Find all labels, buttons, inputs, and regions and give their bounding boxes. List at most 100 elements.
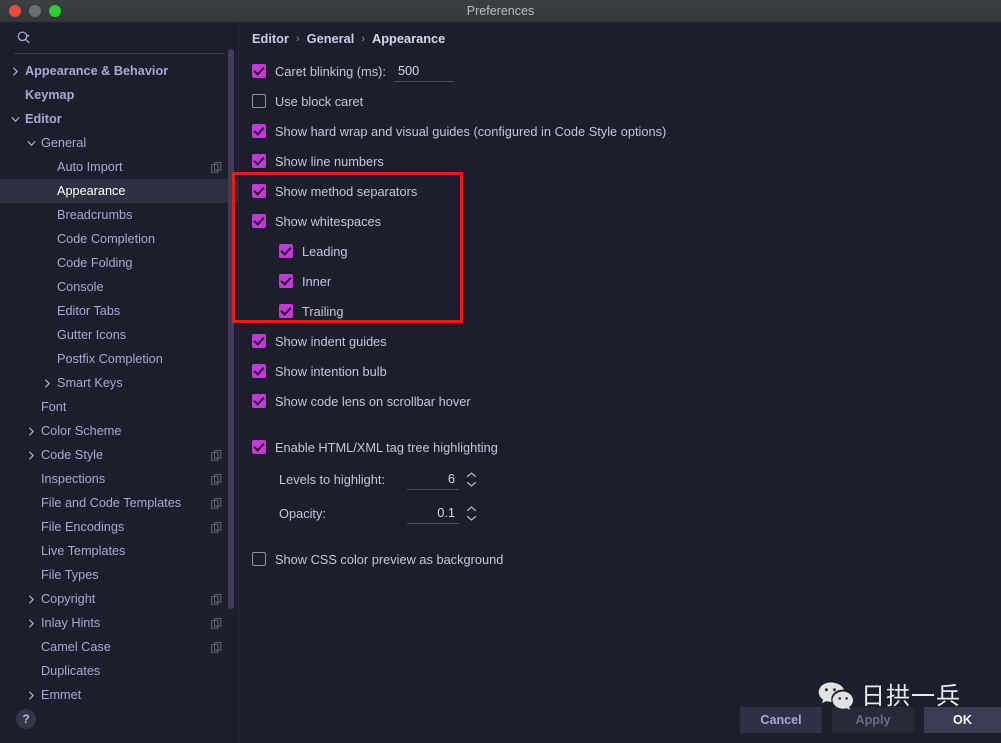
- sidebar-item-label: File Encodings: [41, 520, 125, 534]
- breadcrumb: Editor › General › Appearance: [240, 23, 1001, 46]
- checkbox-label: Leading: [302, 243, 348, 259]
- sidebar-item-editor[interactable]: Editor: [0, 107, 238, 131]
- sidebar-item-label: Code Folding: [57, 256, 133, 270]
- breadcrumb-item-appearance[interactable]: Appearance: [372, 31, 445, 46]
- setting-show-code-lens-on-scrollbar-hover: Show code lens on scrollbar hover: [252, 386, 1001, 416]
- copy-settings-icon[interactable]: [211, 617, 222, 629]
- sidebar-item-file-and-code-templates[interactable]: File and Code Templates: [0, 491, 238, 515]
- settings-main-panel: Editor › General › Appearance Caret blinking…: [240, 23, 1001, 681]
- copy-settings-icon[interactable]: [211, 449, 222, 461]
- chevron-right-icon[interactable]: [42, 378, 53, 389]
- caret-blinking-checkbox[interactable]: [252, 64, 266, 78]
- sidebar-item-emmet[interactable]: Emmet: [0, 683, 238, 707]
- settings-tree: Appearance & Behavior Keymap Editor General…: [0, 59, 238, 743]
- search-box[interactable]: [14, 23, 224, 54]
- help-button[interactable]: ?: [16, 709, 36, 729]
- checkbox[interactable]: [279, 304, 293, 318]
- sidebar-item-label: Postfix Completion: [57, 352, 163, 366]
- sidebar-item-gutter-icons[interactable]: Gutter Icons: [0, 323, 238, 347]
- checkbox[interactable]: [279, 274, 293, 288]
- settings-sidebar: Appearance & Behavior Keymap Editor General…: [0, 23, 239, 743]
- checkbox[interactable]: [252, 94, 266, 108]
- sidebar-item-label: Camel Case: [41, 640, 111, 654]
- sidebar-item-appearance-behavior[interactable]: Appearance & Behavior: [0, 59, 238, 83]
- copy-settings-icon[interactable]: [211, 473, 222, 485]
- sidebar-scrollbar[interactable]: [228, 49, 234, 609]
- checkbox[interactable]: [279, 244, 293, 258]
- sidebar-item-smart-keys[interactable]: Smart Keys: [0, 371, 238, 395]
- checkbox[interactable]: [252, 124, 266, 138]
- sidebar-item-inspections[interactable]: Inspections: [0, 467, 238, 491]
- chevron-down-icon[interactable]: [26, 138, 37, 149]
- sidebar-item-editor-tabs[interactable]: Editor Tabs: [0, 299, 238, 323]
- chevron-right-icon[interactable]: [26, 426, 37, 437]
- apply-button[interactable]: Apply: [832, 707, 914, 733]
- sidebar-item-label: Duplicates: [41, 664, 101, 678]
- copy-settings-icon[interactable]: [211, 497, 222, 509]
- checkbox[interactable]: [252, 214, 266, 228]
- dialog-footer: Cancel Apply OK: [240, 681, 1001, 743]
- sidebar-item-duplicates[interactable]: Duplicates: [0, 659, 238, 683]
- css-color-preview-checkbox[interactable]: [252, 552, 266, 566]
- caret-blinking-input[interactable]: [393, 60, 454, 82]
- sidebar-item-auto-import[interactable]: Auto Import: [0, 155, 238, 179]
- chevron-right-icon[interactable]: [26, 594, 37, 605]
- sidebar-item-keymap[interactable]: Keymap: [0, 83, 238, 107]
- checkbox-label: Show whitespaces: [275, 213, 381, 229]
- setting-leading: Leading: [252, 236, 1001, 266]
- sidebar-item-file-types[interactable]: File Types: [0, 563, 238, 587]
- copy-settings-icon[interactable]: [211, 161, 222, 173]
- setting-show-hard-wrap-and-visual-guides-configured-in: Show hard wrap and visual guides (config…: [252, 116, 1001, 146]
- sidebar-item-breadcrumbs[interactable]: Breadcrumbs: [0, 203, 238, 227]
- copy-settings-icon[interactable]: [211, 641, 222, 653]
- sidebar-item-console[interactable]: Console: [0, 275, 238, 299]
- checkbox[interactable]: [252, 154, 266, 168]
- checkbox-group-general: Use block caret Show hard wrap and visual…: [252, 86, 1001, 416]
- checkbox-label: Trailing: [302, 303, 344, 319]
- chevron-down-icon[interactable]: [10, 114, 21, 125]
- breadcrumb-item-general[interactable]: General: [307, 31, 355, 46]
- sidebar-item-code-completion[interactable]: Code Completion: [0, 227, 238, 251]
- sidebar-item-appearance[interactable]: Appearance: [0, 179, 238, 203]
- sidebar-item-code-style[interactable]: Code Style: [0, 443, 238, 467]
- chevron-right-icon[interactable]: [26, 450, 37, 461]
- sidebar-item-color-scheme[interactable]: Color Scheme: [0, 419, 238, 443]
- checkbox[interactable]: [252, 184, 266, 198]
- copy-settings-icon[interactable]: [211, 593, 222, 605]
- sidebar-item-file-encodings[interactable]: File Encodings: [0, 515, 238, 539]
- opacity-value[interactable]: 0.1: [407, 503, 459, 524]
- cancel-button[interactable]: Cancel: [740, 707, 822, 733]
- checkbox[interactable]: [252, 334, 266, 348]
- sidebar-item-general[interactable]: General: [0, 131, 238, 155]
- checkbox-label: Show intention bulb: [275, 363, 387, 379]
- preferences-window: Preferences Appearance & Behavior Keymap E…: [0, 0, 1001, 743]
- checkbox[interactable]: [252, 364, 266, 378]
- sidebar-item-copyright[interactable]: Copyright: [0, 587, 238, 611]
- sidebar-item-inlay-hints[interactable]: Inlay Hints: [0, 611, 238, 635]
- opacity-stepper[interactable]: [465, 503, 477, 523]
- chevron-right-icon[interactable]: [26, 618, 37, 629]
- ok-button[interactable]: OK: [924, 707, 1001, 733]
- copy-settings-icon[interactable]: [211, 521, 222, 533]
- sidebar-item-camel-case[interactable]: Camel Case: [0, 635, 238, 659]
- sidebar-item-label: File Types: [41, 568, 99, 582]
- checkbox[interactable]: [252, 394, 266, 408]
- caret-blinking-label: Caret blinking (ms):: [275, 63, 386, 79]
- window-titlebar: Preferences: [0, 0, 1001, 23]
- section-spacer-2: [252, 530, 1001, 544]
- checkbox-label: Inner: [302, 273, 332, 289]
- sidebar-item-label: Inlay Hints: [41, 616, 101, 630]
- opacity-label: Opacity:: [279, 505, 326, 521]
- sidebar-item-font[interactable]: Font: [0, 395, 238, 419]
- levels-to-highlight-value[interactable]: 6: [407, 469, 459, 490]
- checkbox-label: Use block caret: [275, 93, 364, 109]
- sidebar-item-live-templates[interactable]: Live Templates: [0, 539, 238, 563]
- breadcrumb-item-editor[interactable]: Editor: [252, 31, 289, 46]
- levels-to-highlight-stepper[interactable]: [465, 469, 477, 489]
- chevron-right-icon[interactable]: [10, 66, 21, 77]
- sidebar-item-code-folding[interactable]: Code Folding: [0, 251, 238, 275]
- search-input[interactable]: [32, 31, 224, 45]
- chevron-right-icon[interactable]: [26, 690, 37, 701]
- sidebar-item-postfix-completion[interactable]: Postfix Completion: [0, 347, 238, 371]
- html-tag-tree-checkbox[interactable]: [252, 440, 266, 454]
